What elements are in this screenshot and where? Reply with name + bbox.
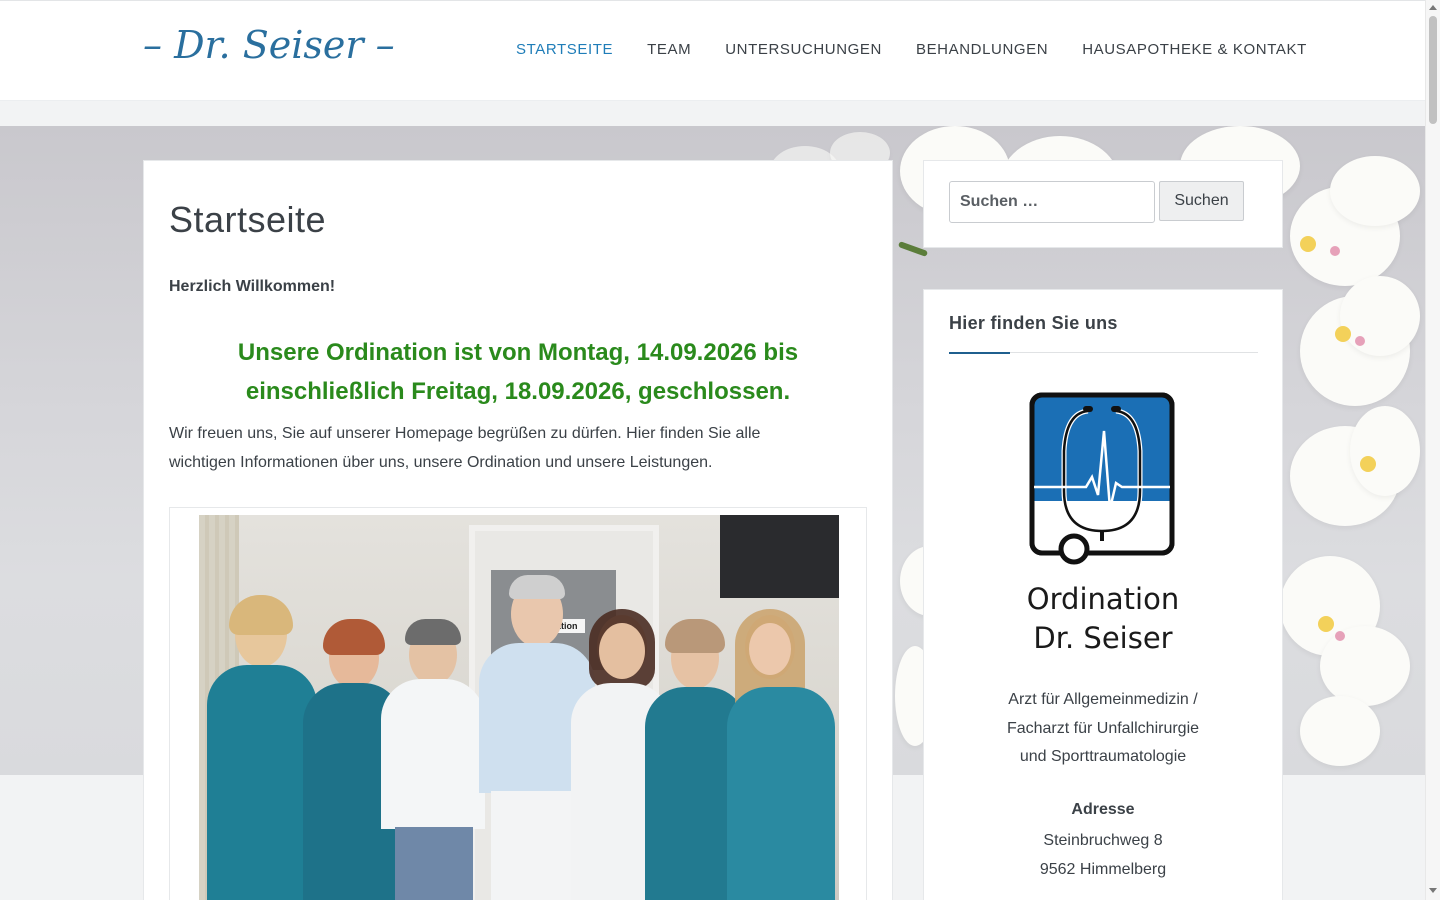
- scroll-down-icon[interactable]: [1429, 888, 1437, 893]
- welcome-text: Herzlich Willkommen!: [169, 278, 336, 295]
- closure-notice-line-1: Unsere Ordination ist von Montag, 14.09.…: [237, 339, 799, 366]
- doctor-specialty: Arzt für Allgemeinmedizin / Facharzt für…: [924, 686, 1282, 772]
- closure-notice-line-2: einschließlich Freitag, 18.09.2026, gesc…: [245, 378, 791, 405]
- address: Steinbruchweg 8 9562 Himmelberg: [924, 827, 1282, 884]
- page-scrollbar[interactable]: [1425, 0, 1440, 900]
- location-widget: Hier finden Sie uns Ordination Dr. Seise…: [923, 289, 1283, 900]
- intro-line-1: Wir freuen uns, Sie auf unserer Homepage…: [169, 425, 761, 442]
- nav-item-behandlungen[interactable]: BEHANDLUNGEN: [916, 41, 1048, 58]
- logo-wordmark-line-1: Ordination: [1026, 582, 1180, 616]
- address-label: Adresse: [1071, 801, 1135, 818]
- nav-item-startseite[interactable]: STARTSEITE: [516, 41, 613, 58]
- scroll-up-icon[interactable]: [1429, 5, 1437, 10]
- specialty-line-3: und Sporttraumatologie: [1019, 748, 1187, 765]
- nav-item-untersuchungen[interactable]: UNTERSUCHUNGEN: [725, 41, 882, 58]
- nav-item-team[interactable]: TEAM: [647, 41, 691, 58]
- page-title: Startseite: [169, 199, 327, 240]
- search-input[interactable]: [949, 181, 1155, 223]
- logo-wordmark-line-2: Dr. Seiser: [1033, 621, 1173, 655]
- search-button[interactable]: Suchen: [1159, 181, 1244, 221]
- specialty-line-1: Arzt für Allgemeinmedizin /: [1008, 691, 1198, 708]
- team-photo-frame: nation: [169, 507, 867, 900]
- team-photo: nation: [199, 515, 839, 900]
- scroll-thumb[interactable]: [1429, 16, 1437, 124]
- nav-item-hausapotheke-kontakt[interactable]: HAUSAPOTHEKE & KONTAKT: [1082, 41, 1307, 58]
- site-logo[interactable]: – Dr. Seiser –: [143, 23, 395, 67]
- main-navigation: STARTSEITE TEAM UNTERSUCHUNGEN BEHANDLUN…: [516, 41, 1341, 58]
- stethoscope-logo-icon: [1029, 392, 1175, 565]
- main-content-card: Startseite Herzlich Willkommen! Unsere O…: [143, 160, 893, 900]
- widget-divider-accent: [949, 352, 1010, 354]
- address-street: Steinbruchweg 8: [1043, 832, 1163, 849]
- specialty-line-2: Facharzt für Unfallchirurgie: [1006, 719, 1200, 737]
- closure-notice: Unsere Ordination ist von Montag, 14.09.…: [169, 333, 867, 411]
- logo-wordmark: Ordination Dr. Seiser: [924, 580, 1282, 658]
- site-header: – Dr. Seiser – STARTSEITE TEAM UNTERSUCH…: [0, 0, 1425, 101]
- widget-title: Hier finden Sie uns: [949, 313, 1118, 333]
- intro-line-2: wichtigen Informationen über uns, unsere…: [169, 454, 713, 471]
- search-widget: Suchen: [923, 160, 1283, 248]
- intro-paragraph: Wir freuen uns, Sie auf unserer Homepage…: [169, 419, 859, 477]
- address-city: 9562 Himmelberg: [1039, 860, 1167, 878]
